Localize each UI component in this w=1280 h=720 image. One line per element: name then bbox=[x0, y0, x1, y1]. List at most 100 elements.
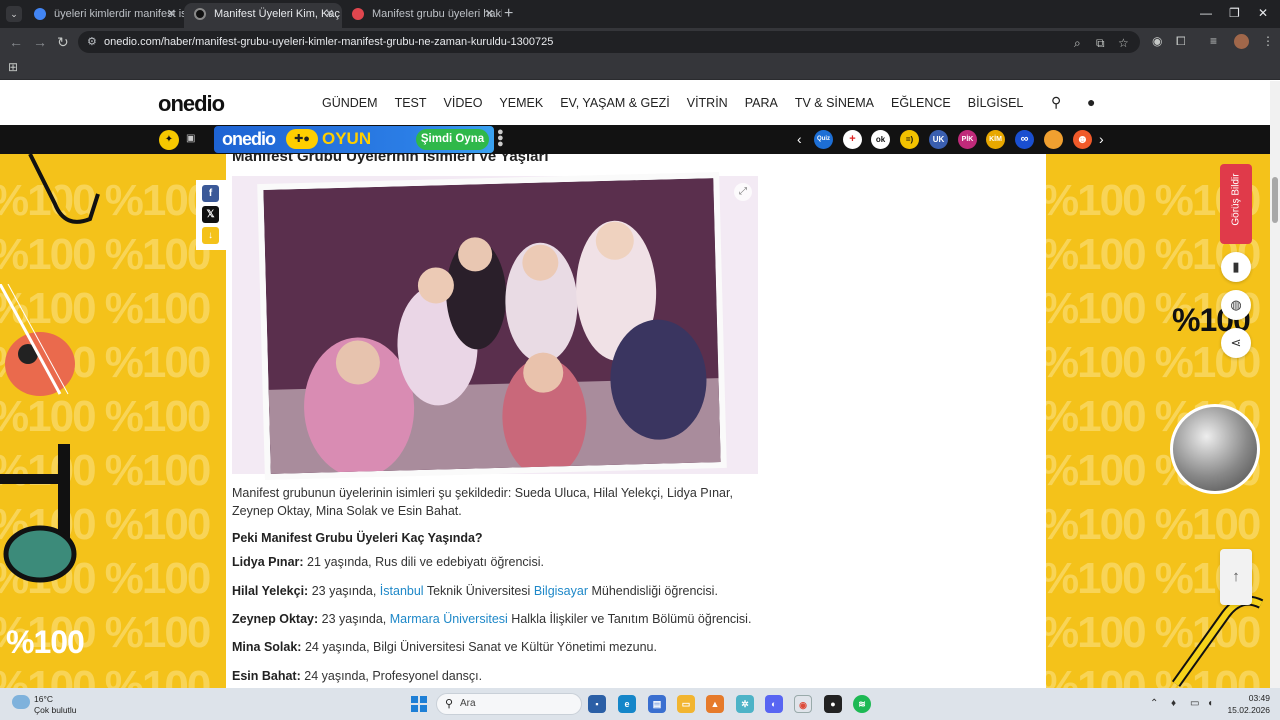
install-app-icon[interactable]: ⧉ bbox=[1096, 36, 1105, 51]
article-photo[interactable] bbox=[257, 172, 727, 480]
game-smile-icon[interactable]: =) bbox=[900, 130, 919, 149]
bookmark-icon[interactable]: ▮ bbox=[1221, 252, 1251, 282]
share-icon[interactable]: ⋖ bbox=[1221, 328, 1251, 358]
game-plus-icon[interactable]: + bbox=[843, 130, 862, 149]
game-orange-icon[interactable]: ● bbox=[1044, 130, 1063, 149]
game-flag-icon[interactable]: UK bbox=[929, 130, 948, 149]
clock-date[interactable]: 15.02.2026 bbox=[1218, 705, 1270, 715]
nav-item-bilgisel[interactable]: BİLGİSEL bbox=[968, 96, 1024, 110]
reload-icon[interactable]: ↻ bbox=[57, 34, 69, 51]
download-icon[interactable]: ↓ bbox=[202, 227, 219, 244]
tab-2-title: Manifest Üyeleri Kim, Kaç Yaşın bbox=[214, 8, 342, 20]
weather-temp[interactable]: 16°C bbox=[34, 694, 53, 704]
nav-item-video[interactable]: VİDEO bbox=[444, 96, 483, 110]
discord-icon[interactable]: ◐ bbox=[765, 695, 783, 713]
tab-1-close-icon[interactable]: ✕ bbox=[167, 3, 176, 25]
windows-start-icon[interactable] bbox=[411, 696, 427, 712]
zoom-icon[interactable]: ⌕ bbox=[1074, 36, 1081, 51]
more-games-icon[interactable]: ● ● ● bbox=[497, 127, 504, 150]
game-quiz-icon[interactable]: Quiz bbox=[814, 130, 833, 149]
tab-2-close-icon[interactable]: ✕ bbox=[325, 3, 334, 25]
game-controller-icon[interactable]: ✦ bbox=[159, 130, 179, 150]
tab-search-icon[interactable]: ⌄ bbox=[6, 6, 22, 22]
nav-item-ev-yasam-gezi[interactable]: EV, YAŞAM & GEZİ bbox=[560, 96, 670, 110]
new-tab-icon[interactable]: + bbox=[504, 5, 513, 23]
mini-game-icon[interactable]: ▣ bbox=[186, 133, 195, 144]
onedio-logo[interactable]: onedio bbox=[158, 91, 225, 117]
nav-item-para[interactable]: PARA bbox=[745, 96, 778, 110]
weather-desc[interactable]: Çok bulutlu bbox=[34, 705, 77, 715]
network-icon[interactable]: ▭ bbox=[1190, 698, 1199, 709]
extension-icon[interactable]: ◉ bbox=[1152, 34, 1162, 48]
search-icon[interactable]: ⚲ bbox=[1051, 94, 1061, 111]
game-pik-icon[interactable]: PİK bbox=[958, 130, 977, 149]
page-scrollbar[interactable] bbox=[1270, 81, 1280, 688]
feedback-button[interactable]: Görüş Bildir bbox=[1220, 164, 1252, 244]
apps-grid-icon[interactable]: ⊞ bbox=[8, 60, 18, 74]
link-marmara[interactable]: Marmara Üniversitesi bbox=[390, 612, 508, 626]
nav-item-gundem[interactable]: GÜNDEM bbox=[322, 96, 378, 110]
link-bilgisayar[interactable]: Bilgisayar bbox=[534, 584, 588, 598]
nav-item-vitrin[interactable]: VİTRİN bbox=[687, 96, 728, 110]
tab-2[interactable]: Manifest Üyeleri Kim, Kaç Yaşın ✕ bbox=[184, 3, 342, 28]
bookmark-star-icon[interactable]: ☆ bbox=[1118, 36, 1129, 50]
game-ok-icon[interactable]: ok bbox=[871, 130, 890, 149]
microphone-icon[interactable]: ♦ bbox=[1171, 698, 1176, 709]
game-emoji-icon[interactable]: ☻ bbox=[1073, 130, 1092, 149]
user-icon[interactable]: ● bbox=[1087, 94, 1095, 110]
site-favicon-icon bbox=[352, 8, 364, 20]
tab-1[interactable]: üyeleri kimlerdir manifest isimle ✕ bbox=[24, 3, 184, 28]
app-triangle-icon[interactable]: ▲ bbox=[706, 695, 724, 713]
tab-3-title: Manifest grubu üyeleri hakkında bbox=[372, 8, 502, 20]
task-view-icon[interactable]: ▪ bbox=[588, 695, 606, 713]
tray-expand-icon[interactable]: ⌃ bbox=[1150, 698, 1158, 709]
clock-time[interactable]: 03:49 bbox=[1230, 693, 1270, 703]
member-desc: 24 yaşında, Bilgi Üniversitesi Sanat ve … bbox=[301, 640, 657, 654]
settings-gear-icon[interactable]: ✲ bbox=[736, 695, 754, 713]
nav-item-yemek[interactable]: YEMEK bbox=[499, 96, 543, 110]
section-title: Manifest Grubu Üyelerinin İsimleri ve Ya… bbox=[232, 154, 549, 165]
expand-image-icon[interactable]: ⤢ bbox=[734, 183, 752, 201]
facebook-share-icon[interactable]: f bbox=[202, 185, 219, 202]
edge-icon[interactable]: e bbox=[618, 695, 636, 713]
games-next-icon[interactable]: › bbox=[1099, 131, 1104, 147]
minimize-icon[interactable]: — bbox=[1200, 6, 1212, 20]
reading-list-icon[interactable]: ≡ bbox=[1210, 34, 1217, 48]
x-share-icon[interactable]: 𝕏 bbox=[202, 206, 219, 223]
nav-item-tv-sinema[interactable]: TV & SİNEMA bbox=[795, 96, 874, 110]
tab-1-title: üyeleri kimlerdir manifest isimle bbox=[54, 8, 184, 20]
game-kim-icon[interactable]: KİM bbox=[986, 130, 1005, 149]
member-desc: 23 yaşında, bbox=[308, 584, 380, 598]
browser-menu-icon[interactable]: ⋮ bbox=[1262, 34, 1274, 48]
games-prev-icon[interactable]: ‹ bbox=[797, 131, 802, 147]
member-desc: 23 yaşında, bbox=[318, 612, 390, 626]
scrollbar-thumb[interactable] bbox=[1272, 177, 1278, 223]
weather-cloud-icon[interactable] bbox=[12, 695, 30, 709]
tab-3-close-icon[interactable]: ✕ bbox=[485, 3, 494, 25]
back-icon[interactable]: ← bbox=[9, 34, 23, 50]
taskbar-search[interactable]: ⚲ Ara bbox=[436, 693, 582, 715]
link-istanbul[interactable]: İstanbul bbox=[380, 584, 424, 598]
scroll-to-top-button[interactable]: ↑ bbox=[1220, 549, 1252, 605]
obs-icon[interactable]: ● bbox=[824, 695, 842, 713]
window-close-icon[interactable]: ✕ bbox=[1258, 6, 1268, 20]
spotify-icon[interactable]: ≋ bbox=[853, 695, 871, 713]
restore-icon[interactable]: ❐ bbox=[1229, 6, 1240, 20]
extensions-puzzle-icon[interactable]: ⧠ bbox=[1176, 34, 1186, 49]
address-bar[interactable]: ⚙ onedio.com/haber/manifest-grubu-uyeler… bbox=[78, 31, 1140, 53]
volume-icon[interactable]: ◖ bbox=[1207, 698, 1213, 709]
site-info-icon[interactable]: ⚙ bbox=[87, 35, 97, 48]
store-icon[interactable]: ▤ bbox=[648, 695, 666, 713]
profile-avatar[interactable] bbox=[1234, 34, 1249, 49]
tab-3[interactable]: Manifest grubu üyeleri hakkında ✕ bbox=[342, 3, 502, 28]
game-loop-icon[interactable]: ∞ bbox=[1015, 130, 1034, 149]
nav-item-test[interactable]: TEST bbox=[395, 96, 427, 110]
url-text[interactable]: onedio.com/haber/manifest-grubu-uyeleri-… bbox=[104, 36, 553, 48]
comments-icon[interactable]: ◍ bbox=[1221, 290, 1251, 320]
file-explorer-icon[interactable]: ▭ bbox=[677, 695, 695, 713]
game-banner[interactable]: onedio ✚● OYUN Şimdi Oyna bbox=[214, 126, 494, 153]
forward-icon[interactable]: → bbox=[33, 34, 47, 50]
chrome-icon[interactable]: ◉ bbox=[794, 695, 812, 713]
play-now-button[interactable]: Şimdi Oyna bbox=[416, 129, 489, 150]
nav-item-eglence[interactable]: EĞLENCE bbox=[891, 96, 951, 110]
